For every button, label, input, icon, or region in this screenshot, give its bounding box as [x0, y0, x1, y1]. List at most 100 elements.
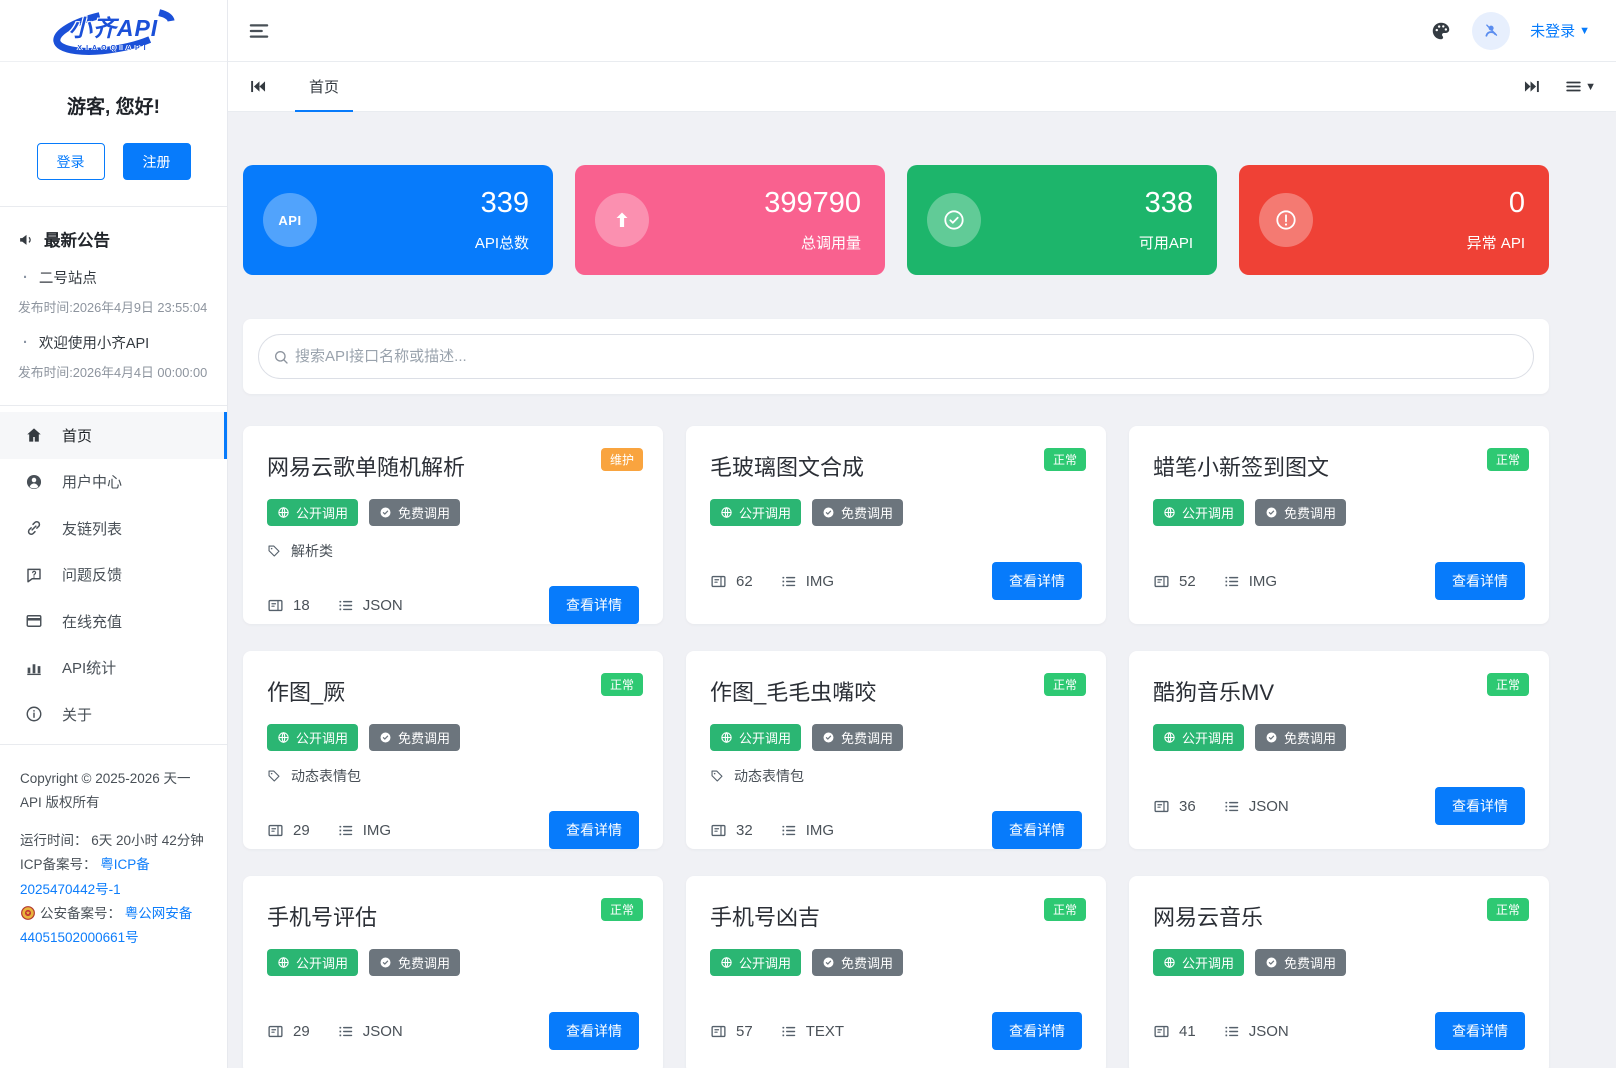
arrow-up-icon — [610, 208, 634, 232]
sidebar-item-about[interactable]: 关于 — [0, 691, 227, 738]
api-card-title: 作图_毛毛虫嘴咬 — [710, 680, 877, 705]
calls-icon — [1153, 1023, 1170, 1040]
return-format: TEXT — [780, 1023, 844, 1040]
megaphone-icon — [18, 231, 35, 248]
status-badge: 正常 — [600, 673, 643, 696]
sidebar-item-home[interactable]: 首页 — [0, 412, 227, 459]
api-card: 毛玻璃图文合成 正常 公开调用 免费调用 62 IMG 查看详情 — [686, 426, 1106, 624]
check-badge-icon — [822, 731, 835, 744]
chevron-down-icon: ▼ — [1579, 24, 1590, 37]
nav-label: 用户中心 — [62, 474, 123, 492]
list-icon — [1223, 573, 1240, 590]
view-details-button[interactable]: 查看详情 — [549, 811, 639, 849]
public-call-tag: 公开调用 — [710, 499, 802, 526]
tab-home[interactable]: 首页 — [295, 62, 354, 112]
globe-icon — [277, 506, 290, 519]
api-badge-icon: API — [263, 193, 317, 247]
bullet-dot: · — [23, 269, 28, 286]
police-label: 公安备案号： — [40, 905, 121, 921]
list-icon — [780, 822, 797, 839]
api-card-title: 网易云歌单随机解析 — [267, 455, 466, 480]
public-call-tag: 公开调用 — [1153, 724, 1245, 751]
status-badge: 正常 — [1043, 673, 1086, 696]
view-details-button[interactable]: 查看详情 — [992, 562, 1082, 600]
home-icon — [25, 426, 43, 444]
logo-area[interactable]: 小齐API XIAOQIAPI — [0, 0, 227, 62]
globe-icon — [720, 506, 733, 519]
api-card-title: 网易云音乐 — [1153, 905, 1264, 930]
view-details-button[interactable]: 查看详情 — [1435, 562, 1525, 600]
status-badge: 正常 — [1486, 898, 1529, 921]
globe-icon — [277, 956, 290, 969]
app-window: 小齐API XIAOQIAPI 游客, 您好! 登录 注册 最新公告 · 二号站点… — [0, 0, 1616, 1068]
call-count: 29 — [267, 1023, 310, 1040]
category-row: 动态表情包 — [267, 766, 639, 786]
sidebar-item-api-stats[interactable]: API统计 — [0, 645, 227, 692]
chevron-down-icon: ▼ — [1585, 80, 1596, 93]
menu-icon — [1564, 77, 1583, 96]
main-area: 未登录 ▼ 首页 ▼ API 339 API总数 399790 总调用量 338… — [228, 0, 1616, 1068]
theme-palette-icon[interactable] — [1430, 20, 1452, 42]
sidebar: 小齐API XIAOQIAPI 游客, 您好! 登录 注册 最新公告 · 二号站点… — [0, 0, 228, 1068]
nav-label: 关于 — [62, 706, 93, 724]
public-call-tag: 公开调用 — [710, 724, 802, 751]
info-icon — [25, 705, 43, 723]
globe-icon — [1163, 506, 1176, 519]
list-icon — [337, 822, 354, 839]
login-button[interactable]: 登录 — [36, 143, 105, 180]
tabs-scroll-right-icon[interactable] — [1523, 77, 1542, 96]
tabs-options-menu[interactable]: ▼ — [1564, 77, 1596, 96]
stat-label: API总数 — [474, 234, 529, 252]
calls-icon — [267, 1023, 284, 1040]
view-details-button[interactable]: 查看详情 — [1435, 787, 1525, 825]
announcement-title[interactable]: 二号站点 — [39, 267, 97, 288]
category-row: 解析类 — [267, 541, 639, 561]
check-circle-icon — [942, 208, 966, 232]
tabs-scroll-left-icon[interactable] — [248, 77, 267, 96]
globe-icon — [277, 731, 290, 744]
icp-label: ICP备案号： — [20, 857, 97, 873]
free-call-tag: 免费调用 — [1255, 724, 1347, 751]
globe-icon — [1163, 731, 1176, 744]
status-badge: 正常 — [1486, 448, 1529, 471]
view-details-button[interactable]: 查看详情 — [549, 586, 639, 624]
view-details-button[interactable]: 查看详情 — [1435, 1012, 1525, 1050]
sidebar-item-recharge[interactable]: 在线充值 — [0, 598, 227, 645]
public-call-tag: 公开调用 — [267, 949, 359, 976]
list-icon — [1223, 798, 1240, 815]
user-status-dropdown[interactable]: 未登录 ▼ — [1530, 20, 1590, 41]
feedback-icon — [25, 566, 43, 584]
nav-label: 在线充值 — [62, 613, 123, 631]
sidebar-footer: Copyright © 2025-2026 天一API 版权所有 运行时间： 6… — [0, 745, 227, 973]
uptime-value: 6天 20小时 42分钟 — [91, 833, 204, 849]
sidebar-item-feedback[interactable]: 问题反馈 — [0, 552, 227, 599]
calls-icon — [710, 573, 727, 590]
sidebar-item-user-center[interactable]: 用户中心 — [0, 459, 227, 506]
user-slash-icon — [1483, 22, 1500, 39]
call-count: 29 — [267, 822, 310, 839]
view-details-button[interactable]: 查看详情 — [549, 1012, 639, 1050]
hamburger-menu-icon[interactable] — [246, 18, 272, 44]
calls-icon — [1153, 573, 1170, 590]
bullet-dot: · — [23, 334, 28, 351]
search-section — [243, 319, 1549, 394]
status-badge: 维护 — [600, 448, 643, 471]
free-call-tag: 免费调用 — [369, 499, 461, 526]
check-badge-icon — [822, 506, 835, 519]
sidebar-item-friend-links[interactable]: 友链列表 — [0, 505, 227, 552]
api-card-title: 毛玻璃图文合成 — [710, 455, 865, 480]
avatar[interactable] — [1472, 11, 1511, 50]
register-button[interactable]: 注册 — [122, 143, 191, 180]
page-content: API 339 API总数 399790 总调用量 338 可用API 0 异常… — [228, 112, 1616, 1068]
announcement-title[interactable]: 欢迎使用小齐API — [39, 332, 149, 353]
list-icon — [1223, 1023, 1240, 1040]
view-details-button[interactable]: 查看详情 — [992, 811, 1082, 849]
stat-value: 338 — [1144, 187, 1193, 220]
view-details-button[interactable]: 查看详情 — [992, 1012, 1082, 1050]
calls-icon — [267, 597, 284, 614]
free-call-tag: 免费调用 — [812, 724, 904, 751]
announcement-item[interactable]: · 二号站点 发布时间:2026年4月9日 23:55:04 — [18, 267, 209, 316]
search-input[interactable] — [293, 347, 1527, 366]
announcement-item[interactable]: · 欢迎使用小齐API 发布时间:2026年4月4日 00:00:00 — [18, 332, 209, 381]
public-call-tag: 公开调用 — [267, 499, 359, 526]
